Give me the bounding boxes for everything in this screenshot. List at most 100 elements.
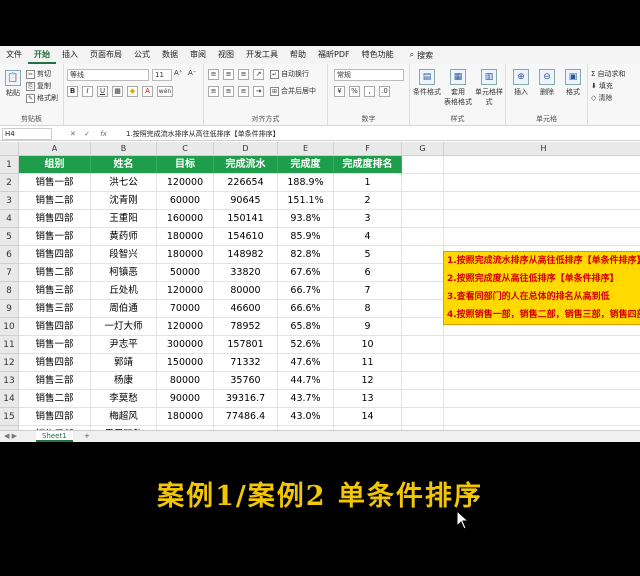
format-painter-button[interactable]: ✎ 格式刷 [26,93,58,103]
table-cell[interactable]: 151.1% [278,192,334,210]
table-cell[interactable]: 沈青刚 [91,192,157,210]
conditional-format-button[interactable]: ▤ 条件格式 [412,69,442,97]
column-header-e[interactable]: E [278,142,334,156]
row-header-15[interactable]: 15 [0,408,19,426]
table-cell[interactable] [402,300,444,318]
table-cell[interactable]: 销售二部 [19,390,91,408]
clear-button[interactable]: ◇ 清除 [591,93,612,103]
table-cell[interactable]: 82.8% [278,246,334,264]
table-cell[interactable]: 150000 [157,354,214,372]
table-cell[interactable] [402,264,444,282]
table-cell[interactable]: 52.6% [278,336,334,354]
orientation-button[interactable]: ↗ [253,69,264,80]
insert-cells-button[interactable]: ⊕ 插入 [510,69,532,97]
table-cell[interactable]: 黄药师 [91,228,157,246]
search-box[interactable]: ⌕ 搜索 [410,50,433,61]
table-cell[interactable] [444,372,640,390]
row-header-9[interactable]: 9 [0,300,19,318]
table-cell[interactable]: 11 [334,354,402,372]
table-cell[interactable]: 180000 [157,246,214,264]
table-cell[interactable]: 9 [334,318,402,336]
autosum-button[interactable]: Σ 自动求和 [591,69,625,79]
fill-button[interactable]: ⬇ 填充 [591,81,613,91]
align-top-button[interactable]: ≡ [208,69,219,80]
table-cell[interactable]: 44.7% [278,372,334,390]
add-sheet-button[interactable]: + [84,431,90,442]
menu-tab-6[interactable]: 审阅 [184,46,212,64]
number-format-select[interactable]: 常规 [334,69,404,81]
table-cell[interactable]: 销售四部 [19,408,91,426]
table-cell[interactable] [402,336,444,354]
table-cell[interactable]: 柯镇恶 [91,264,157,282]
table-cell[interactable]: 13 [334,390,402,408]
table-cell[interactable]: 销售一部 [19,336,91,354]
table-cell[interactable]: 80000 [214,282,278,300]
table-cell[interactable]: 10 [334,336,402,354]
name-box[interactable]: H4 [2,128,52,140]
column-header-d[interactable]: D [214,142,278,156]
underline-button[interactable]: U [97,86,108,97]
table-cell[interactable] [402,174,444,192]
table-cell[interactable]: 2 [334,192,402,210]
table-cell[interactable]: 120000 [157,282,214,300]
table-header-cell[interactable]: 完成度 [278,156,334,174]
table-cell[interactable]: 226654 [214,174,278,192]
table-cell[interactable] [402,390,444,408]
table-cell[interactable]: 71332 [214,354,278,372]
instruction-note-box[interactable]: 1.按照完成流水排序从高往低排序【单条件排序】 2.按照完成度从高往低排序【单条件… [443,251,640,325]
fx-icon[interactable]: fx [100,130,107,138]
table-cell[interactable]: 66.6% [278,300,334,318]
table-cell[interactable]: 王重阳 [91,210,157,228]
table-cell[interactable] [444,156,640,174]
table-cell[interactable]: 7 [334,282,402,300]
table-cell[interactable] [402,318,444,336]
indent-button[interactable]: ⇥ [253,86,264,97]
table-cell[interactable] [402,354,444,372]
table-cell[interactable]: 销售三部 [19,372,91,390]
table-cell[interactable] [444,390,640,408]
percent-button[interactable]: % [349,86,360,97]
table-cell[interactable] [402,228,444,246]
row-header-7[interactable]: 7 [0,264,19,282]
table-cell[interactable]: 93.8% [278,210,334,228]
table-cell[interactable]: 67.6% [278,264,334,282]
phonetic-button[interactable]: wén [157,86,173,97]
table-cell[interactable]: 一灯大师 [91,318,157,336]
table-cell[interactable]: 90000 [157,390,214,408]
align-right-button[interactable]: ≡ [238,86,249,97]
cancel-icon[interactable]: ✕ [70,130,76,138]
row-header-14[interactable]: 14 [0,390,19,408]
table-header-cell[interactable]: 完成度排名 [334,156,402,174]
copy-button[interactable]: ⎘ 复制 [26,81,51,91]
column-header-b[interactable]: B [91,142,157,156]
table-cell[interactable] [402,372,444,390]
font-grow-button[interactable]: A⁺ [174,69,182,77]
menu-tab-0[interactable]: 文件 [0,46,28,64]
table-cell[interactable] [444,174,640,192]
menu-tab-2[interactable]: 插入 [56,46,84,64]
align-middle-button[interactable]: ≡ [223,69,234,80]
table-cell[interactable]: 销售四部 [19,246,91,264]
table-cell[interactable]: 李莫愁 [91,390,157,408]
format-cells-button[interactable]: ▣ 格式 [562,69,584,97]
table-cell[interactable]: 180000 [157,228,214,246]
table-cell[interactable]: 6 [334,264,402,282]
border-button[interactable]: ▦ [112,86,123,97]
table-cell[interactable]: 180000 [157,408,214,426]
row-header-2[interactable]: 2 [0,174,19,192]
table-cell[interactable] [402,156,444,174]
table-cell[interactable]: 12 [334,372,402,390]
comma-button[interactable]: , [364,86,375,97]
merge-center-button[interactable]: ⊞ 合并后居中 [270,86,316,96]
menu-tab-11[interactable]: 特色功能 [356,46,400,64]
table-cell[interactable]: 8 [334,300,402,318]
font-color-button[interactable]: A [142,86,153,97]
table-cell[interactable]: 43.0% [278,408,334,426]
row-header-12[interactable]: 12 [0,354,19,372]
table-cell[interactable]: 销售四部 [19,354,91,372]
table-cell[interactable] [402,210,444,228]
align-bottom-button[interactable]: ≡ [238,69,249,80]
column-header-c[interactable]: C [157,142,214,156]
table-header-cell[interactable]: 组别 [19,156,91,174]
menu-tab-10[interactable]: 福昕PDF [312,46,356,64]
